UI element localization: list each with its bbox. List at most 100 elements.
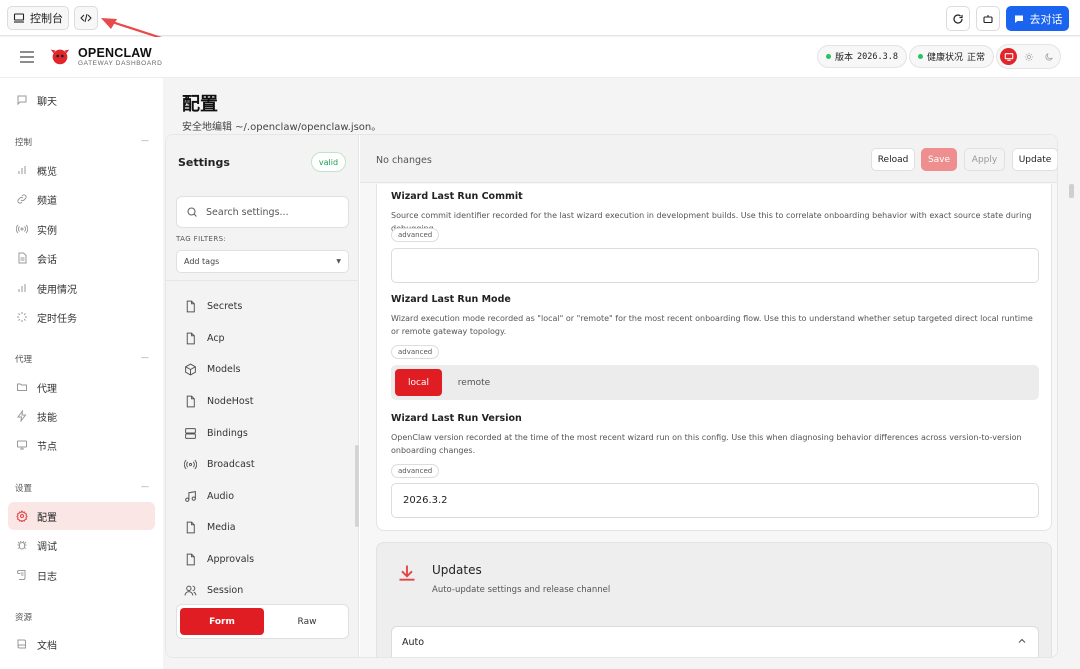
health-badge: 健康状况 正常 [909, 45, 995, 68]
refresh-button[interactable] [946, 6, 970, 31]
reload-button[interactable]: Reload [871, 148, 915, 171]
section-label: Broadcast [207, 458, 255, 470]
theme-switcher [996, 44, 1061, 69]
page-title: 配置 [182, 94, 218, 115]
sidebar-group-title: 设置 [15, 484, 33, 494]
radio-icon [16, 223, 28, 235]
sections-scrollbar[interactable] [355, 445, 359, 527]
section-item-bindings[interactable]: Bindings [184, 422, 248, 444]
section-item-models[interactable]: Models [184, 358, 240, 380]
settings-editor: No changes Reload Save Apply Update Wiza… [360, 135, 1057, 657]
collapse-icon[interactable]: — [141, 353, 149, 362]
search-icon [186, 206, 198, 218]
book-icon [16, 638, 28, 650]
section-label: Audio [207, 490, 235, 502]
wizard-commit-input[interactable] [391, 248, 1039, 283]
sidebar-item-usage[interactable]: 使用情况 [8, 274, 155, 302]
sidebar-item-label: 文档 [37, 640, 57, 652]
sidebar-item-label: 节点 [37, 441, 57, 453]
sidebar-item-config[interactable]: 配置 [8, 502, 155, 530]
sidebar-item-skills[interactable]: 技能 [8, 402, 155, 430]
section-title: Updates [432, 563, 482, 577]
health-label: 健康状况 [927, 53, 964, 63]
section-item-approvals[interactable]: Approvals [184, 548, 254, 570]
sidebar-group-title: 代理 [15, 355, 33, 365]
file-icon [184, 553, 197, 566]
section-item-broadcast[interactable]: Broadcast [184, 453, 255, 475]
theme-system-button[interactable] [1000, 48, 1017, 65]
section-item-nodehost[interactable]: NodeHost [184, 390, 253, 412]
field-title: Wizard Last Run Mode [391, 294, 511, 305]
sidebar-item-sessions[interactable]: 会话 [8, 244, 155, 272]
tag-filter-select[interactable]: Add tags ▼ [176, 250, 349, 273]
collapse-icon[interactable]: — [141, 482, 149, 491]
search-input[interactable] [206, 206, 336, 218]
theme-dark-button[interactable] [1040, 48, 1057, 65]
openclaw-logo [49, 45, 71, 67]
mode-local-option[interactable]: local [395, 369, 442, 396]
go-chat-button[interactable]: 去对话 [1006, 6, 1069, 31]
sidebar-item-instances[interactable]: 实例 [8, 215, 155, 243]
sidebar-item-docs[interactable]: 文档 [8, 630, 155, 658]
sidebar-item-chat[interactable]: 聊天 [8, 86, 155, 114]
code-icon [80, 12, 92, 24]
main-content: 配置 安全地编辑 ~/.openclaw/openclaw.json。 Sett… [163, 78, 1080, 669]
section-item-media[interactable]: Media [184, 516, 236, 538]
collapse-icon[interactable]: — [141, 136, 149, 145]
message-icon [16, 94, 28, 106]
apply-button[interactable]: Apply [964, 148, 1005, 171]
brand-name: OPENCLAW [78, 46, 152, 60]
bug-icon [16, 539, 28, 551]
section-item-session[interactable]: Session [184, 579, 243, 601]
chat-icon [1013, 13, 1025, 25]
section-label: NodeHost [207, 395, 254, 407]
field-description: Source commit identifier recorded for th… [391, 211, 1032, 233]
file-icon [184, 332, 197, 345]
mode-raw-button[interactable]: Raw [267, 608, 347, 635]
sidebar-item-label: 调试 [37, 541, 57, 553]
theme-light-button[interactable] [1020, 48, 1037, 65]
monitor-icon [1004, 52, 1013, 61]
console-button[interactable]: 控制台 [7, 6, 69, 30]
sidebar-item-cron[interactable]: 定时任务 [8, 303, 155, 331]
config-card: Settings valid TAG FILTERS: Add tags ▼ S… [165, 134, 1058, 658]
section-item-acp[interactable]: Acp [184, 327, 225, 349]
action-bar: No changes Reload Save Apply Update [360, 135, 1057, 183]
sidebar-item-debug[interactable]: 调试 [8, 531, 155, 559]
auto-update-collapsible[interactable]: Auto [391, 626, 1039, 657]
update-button[interactable]: Update [1012, 148, 1057, 171]
advanced-tag: advanced [391, 345, 440, 359]
updates-section: Updates Auto-update settings and release… [376, 542, 1052, 657]
section-item-secrets[interactable]: Secrets [184, 295, 242, 317]
bar-chart-icon [16, 164, 28, 176]
advanced-tag: advanced [391, 464, 440, 478]
mode-form-button[interactable]: Form [180, 608, 264, 635]
mode-remote-option[interactable]: remote [449, 369, 499, 396]
sidebar-item-overview[interactable]: 概览 [8, 156, 155, 184]
status-badge: valid [311, 152, 346, 172]
folder-icon [16, 381, 28, 393]
wizard-version-input[interactable]: 2026.3.2 [391, 483, 1039, 518]
sidebar-item-label: 配置 [37, 512, 57, 524]
sun-icon [1024, 52, 1033, 61]
status-dot-icon [826, 54, 831, 59]
file-icon [184, 521, 197, 534]
sidebar-item-agents[interactable]: 代理 [8, 373, 155, 401]
sidebar-group-title: 控制 [15, 138, 33, 148]
section-label: Acp [207, 332, 225, 344]
file-icon [184, 395, 197, 408]
page-scrollbar[interactable] [1069, 184, 1074, 198]
bot-button[interactable] [976, 6, 1000, 31]
sidebar-item-nodes[interactable]: 节点 [8, 431, 155, 459]
section-label: Bindings [207, 427, 248, 439]
settings-icon [16, 510, 28, 522]
sidebar-item-logs[interactable]: 日志 [8, 561, 155, 589]
sidebar-item-channels[interactable]: 频道 [8, 185, 155, 213]
save-button[interactable]: Save [921, 148, 957, 171]
settings-panel: Settings valid TAG FILTERS: Add tags ▼ S… [166, 135, 359, 657]
settings-title: Settings [178, 156, 230, 169]
sidebar-item-label: 概览 [37, 166, 57, 178]
sidebar-group-title: 资源 [15, 613, 33, 623]
section-item-audio[interactable]: Audio [184, 485, 234, 507]
menu-toggle-button[interactable] [19, 50, 35, 64]
